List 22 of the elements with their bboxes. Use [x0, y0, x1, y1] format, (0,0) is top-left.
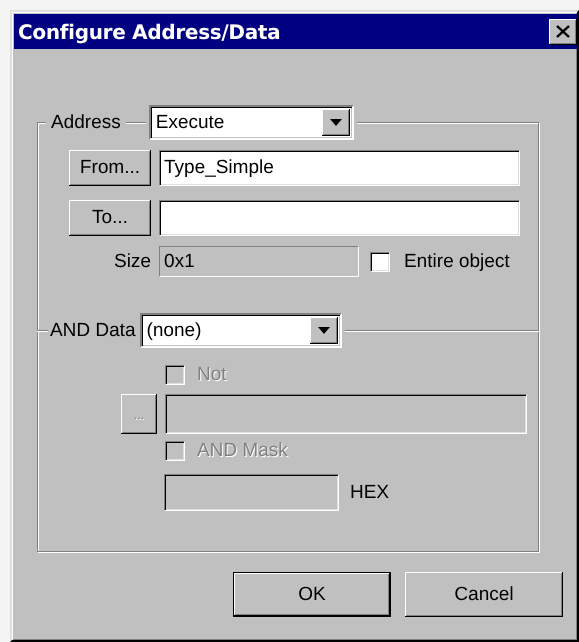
and-data-dropdown[interactable]: (none) — [140, 313, 342, 348]
dropdown-button[interactable] — [310, 317, 338, 344]
hex-label: HEX — [350, 482, 390, 504]
caret-icon — [330, 119, 342, 126]
close-button[interactable] — [549, 18, 577, 44]
caret-icon — [318, 327, 330, 334]
window-title: Configure Address/Data — [18, 20, 280, 44]
from-button[interactable]: From... — [69, 150, 151, 186]
dialog-button[interactable]: OK — [233, 572, 391, 617]
size-field: 0x1 — [159, 246, 359, 277]
close-icon — [556, 25, 570, 38]
from-field[interactable]: Type_Simple — [159, 150, 520, 186]
not-label: Not — [197, 364, 227, 386]
dialog-button[interactable]: Cancel — [405, 572, 563, 617]
size-label: Size — [113, 250, 151, 272]
dropdown-button[interactable] — [322, 109, 350, 136]
and-mask-label: AND Mask — [197, 440, 288, 462]
to-field[interactable] — [159, 200, 520, 236]
address-dropdown[interactable]: Execute — [148, 105, 354, 140]
entire-object-label: Entire object — [404, 250, 510, 272]
entire-object-checkbox[interactable] — [370, 252, 390, 272]
to-button[interactable]: To... — [69, 200, 151, 236]
